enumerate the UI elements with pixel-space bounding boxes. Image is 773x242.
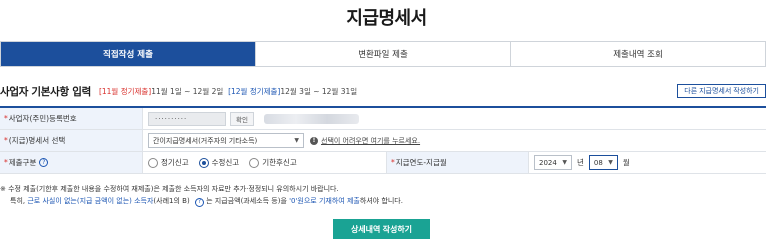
radio-late-label: 기한후신고 xyxy=(262,158,297,167)
year-value: 2024 xyxy=(539,158,557,167)
period1-range: 11월 1일 ~ 12월 2일 xyxy=(151,86,224,96)
statement-type-select[interactable]: 간이지급명세서(거주자의 기타소득) ▼ xyxy=(148,133,304,148)
radio-regular-label: 정기신고 xyxy=(161,158,189,167)
blurred-business-name xyxy=(263,113,359,124)
year-unit: 년 xyxy=(577,158,584,167)
notice-highlight: '0'원으로 기재하여 제출 xyxy=(289,197,360,205)
radio-amended-circle[interactable] xyxy=(198,157,209,168)
business-number-field[interactable]: ·········· xyxy=(148,111,226,126)
write-details-button[interactable]: 상세내역 작성하기 xyxy=(333,219,430,239)
row-business-number: * 사업자(주민)등록번호 ·········· 확인 xyxy=(0,108,766,130)
statement-help-link[interactable]: 선택이 어려우면 여기를 누르세요. xyxy=(321,136,420,146)
radio-regular[interactable]: 정기신고 xyxy=(148,157,189,168)
statement-type-label: (지급)명세서 선택 xyxy=(8,136,66,145)
chevron-down-icon: ▼ xyxy=(562,159,567,166)
tab-submission-history[interactable]: 제출내역 조회 xyxy=(510,42,765,66)
notice-text: 하셔야 합니다. xyxy=(359,197,403,205)
statement-type-value: 간이지급명세서(거주자의 기타소득) xyxy=(153,136,258,145)
notice-line-2: 특히, 근로 사실이 없는(지급 금액이 없는) 소득자(사례1의 B) ? 는… xyxy=(0,195,766,207)
radio-late-circle[interactable] xyxy=(249,157,260,168)
label-business-number: * 사업자(주민)등록번호 xyxy=(0,108,143,129)
confirm-button[interactable]: 확인 xyxy=(230,111,254,126)
notice: ※ 수정 제출(기한후 제출한 내용을 수정하여 재제출)은 제출한 소득자의 … xyxy=(0,183,766,207)
radio-amended-label: 수정신고 xyxy=(211,158,240,167)
label-submission-type: * 제출구분 ? xyxy=(0,152,143,173)
submission-type-label: 제출구분 xyxy=(8,158,37,167)
period2-range: 12월 3일 ~ 12월 31일 xyxy=(280,86,358,96)
section-header: 사업자 기본사항 입력 [11월 정기제출]11월 1일 ~ 12월 2일 [1… xyxy=(0,83,766,99)
month-value: 08 xyxy=(593,158,603,167)
required-mark: * xyxy=(4,158,8,167)
tab-bar: 직접작성 제출 변환파일 제출 제출내역 조회 xyxy=(0,41,766,67)
row-statement-type: * (지급)명세서 선택 간이지급명세서(거주자의 기타소득) ▼ ! 선택이 … xyxy=(0,130,766,152)
other-statement-button[interactable]: 다른 지급명세서 작성하기 xyxy=(677,84,766,98)
submission-period: [11월 정기제출]11월 1일 ~ 12월 2일 [12월 정기제출]12월 … xyxy=(99,86,357,97)
radio-amended[interactable]: 수정신고 xyxy=(198,157,240,168)
help-icon[interactable]: ? xyxy=(194,197,204,207)
row-submission-type: * 제출구분 ? 정기신고 수정신고 기한후신고 * 지급연도-지급월 2024… xyxy=(0,152,766,174)
tab-direct-entry[interactable]: 직접작성 제출 xyxy=(1,42,255,66)
payment-period-label: 지급연도-지급월 xyxy=(395,158,447,167)
section-title: 사업자 기본사항 입력 xyxy=(0,85,91,98)
period2-tag: [12월 정기제출] xyxy=(228,86,281,96)
radio-late[interactable]: 기한후신고 xyxy=(249,157,297,168)
year-select[interactable]: 2024 ▼ xyxy=(534,155,572,170)
radio-regular-circle[interactable] xyxy=(148,157,158,168)
notice-text: (사례1의 B) xyxy=(153,197,192,205)
required-mark: * xyxy=(4,114,8,123)
label-payment-period: * 지급연도-지급월 xyxy=(386,152,529,173)
notice-line-1: ※ 수정 제출(기한후 제출한 내용을 수정하여 재제출)은 제출한 소득자의 … xyxy=(0,185,339,193)
required-mark: * xyxy=(4,136,8,145)
basic-info-form: * 사업자(주민)등록번호 ·········· 확인 * (지급)명세서 선택… xyxy=(0,106,766,174)
chevron-down-icon: ▼ xyxy=(294,137,299,144)
label-statement-type: * (지급)명세서 선택 xyxy=(0,130,143,151)
required-mark: * xyxy=(391,158,395,167)
business-number-label: 사업자(주민)등록번호 xyxy=(8,114,77,123)
notice-highlight: 근로 사실이 없는(지급 금액이 없는) 소득자 xyxy=(27,197,154,205)
month-unit: 월 xyxy=(622,158,630,167)
notice-text: 특히, xyxy=(10,197,28,205)
tab-file-conversion[interactable]: 변환파일 제출 xyxy=(255,42,510,66)
month-select[interactable]: 08 ▼ xyxy=(588,155,618,170)
info-icon: ! xyxy=(310,136,318,145)
page-title: 지급명세서 xyxy=(346,8,427,29)
help-icon[interactable]: ? xyxy=(39,158,49,167)
period1-tag: [11월 정기제출] xyxy=(98,86,152,96)
chevron-down-icon: ▼ xyxy=(608,159,613,166)
notice-text: 는 지급금액(과세소득 등)을 xyxy=(203,197,290,205)
